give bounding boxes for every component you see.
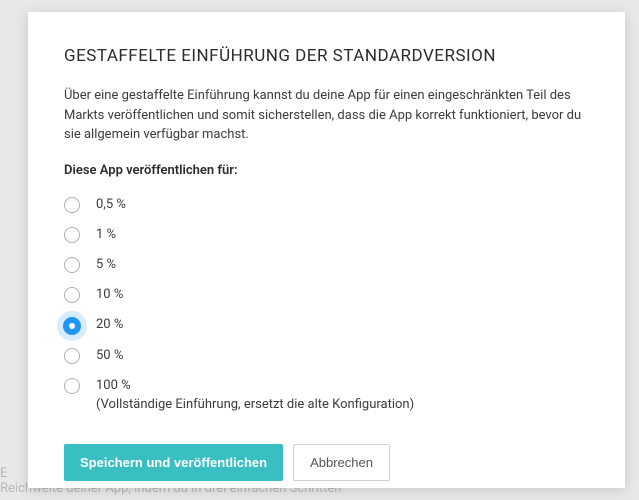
radio-option[interactable]: 1 % xyxy=(64,220,589,250)
radio-option[interactable]: 20 % xyxy=(64,310,589,341)
radio-option[interactable]: 100 %(Vollständige Einführung, ersetzt d… xyxy=(64,371,589,419)
radio-label: 0,5 % xyxy=(96,196,126,214)
save-publish-button[interactable]: Speichern und veröffentlichen xyxy=(64,444,283,481)
rollout-percentage-radio-group: 0,5 % 1 % 5 % 10 % 20 % 50 % 100 %(Vollständig… xyxy=(64,190,589,420)
radio-sublabel: (Vollständige Einführung, ersetzt die al… xyxy=(96,396,414,414)
cancel-button[interactable]: Abbrechen xyxy=(293,444,390,481)
radio-label: 20 % xyxy=(96,316,123,334)
radio-icon xyxy=(63,317,81,335)
radio-icon xyxy=(64,197,80,213)
radio-option[interactable]: 0,5 % xyxy=(64,190,589,220)
radio-icon xyxy=(64,227,80,243)
radio-label: 100 %(Vollständige Einführung, ersetzt d… xyxy=(96,377,414,413)
radio-label: 50 % xyxy=(96,347,123,365)
staged-rollout-dialog: GESTAFFELTE EINFÜHRUNG DER STANDARDVERSI… xyxy=(28,12,625,488)
dialog-description: Über eine gestaffelte Einführung kannst … xyxy=(64,86,589,145)
radio-option[interactable]: 50 % xyxy=(64,341,589,371)
radio-label: 10 % xyxy=(96,286,123,304)
dialog-title: GESTAFFELTE EINFÜHRUNG DER STANDARDVERSI… xyxy=(64,46,589,66)
radio-icon xyxy=(64,378,80,394)
radio-label: 5 % xyxy=(96,256,116,274)
radio-icon xyxy=(64,257,80,273)
radio-option[interactable]: 10 % xyxy=(64,280,589,310)
radio-icon xyxy=(64,348,80,364)
dialog-actions: Speichern und veröffentlichen Abbrechen xyxy=(64,444,589,481)
radio-icon xyxy=(64,287,80,303)
radio-option[interactable]: 5 % xyxy=(64,250,589,280)
radio-group-label: Diese App veröffentlichen für: xyxy=(64,163,589,178)
radio-label: 1 % xyxy=(96,226,116,244)
